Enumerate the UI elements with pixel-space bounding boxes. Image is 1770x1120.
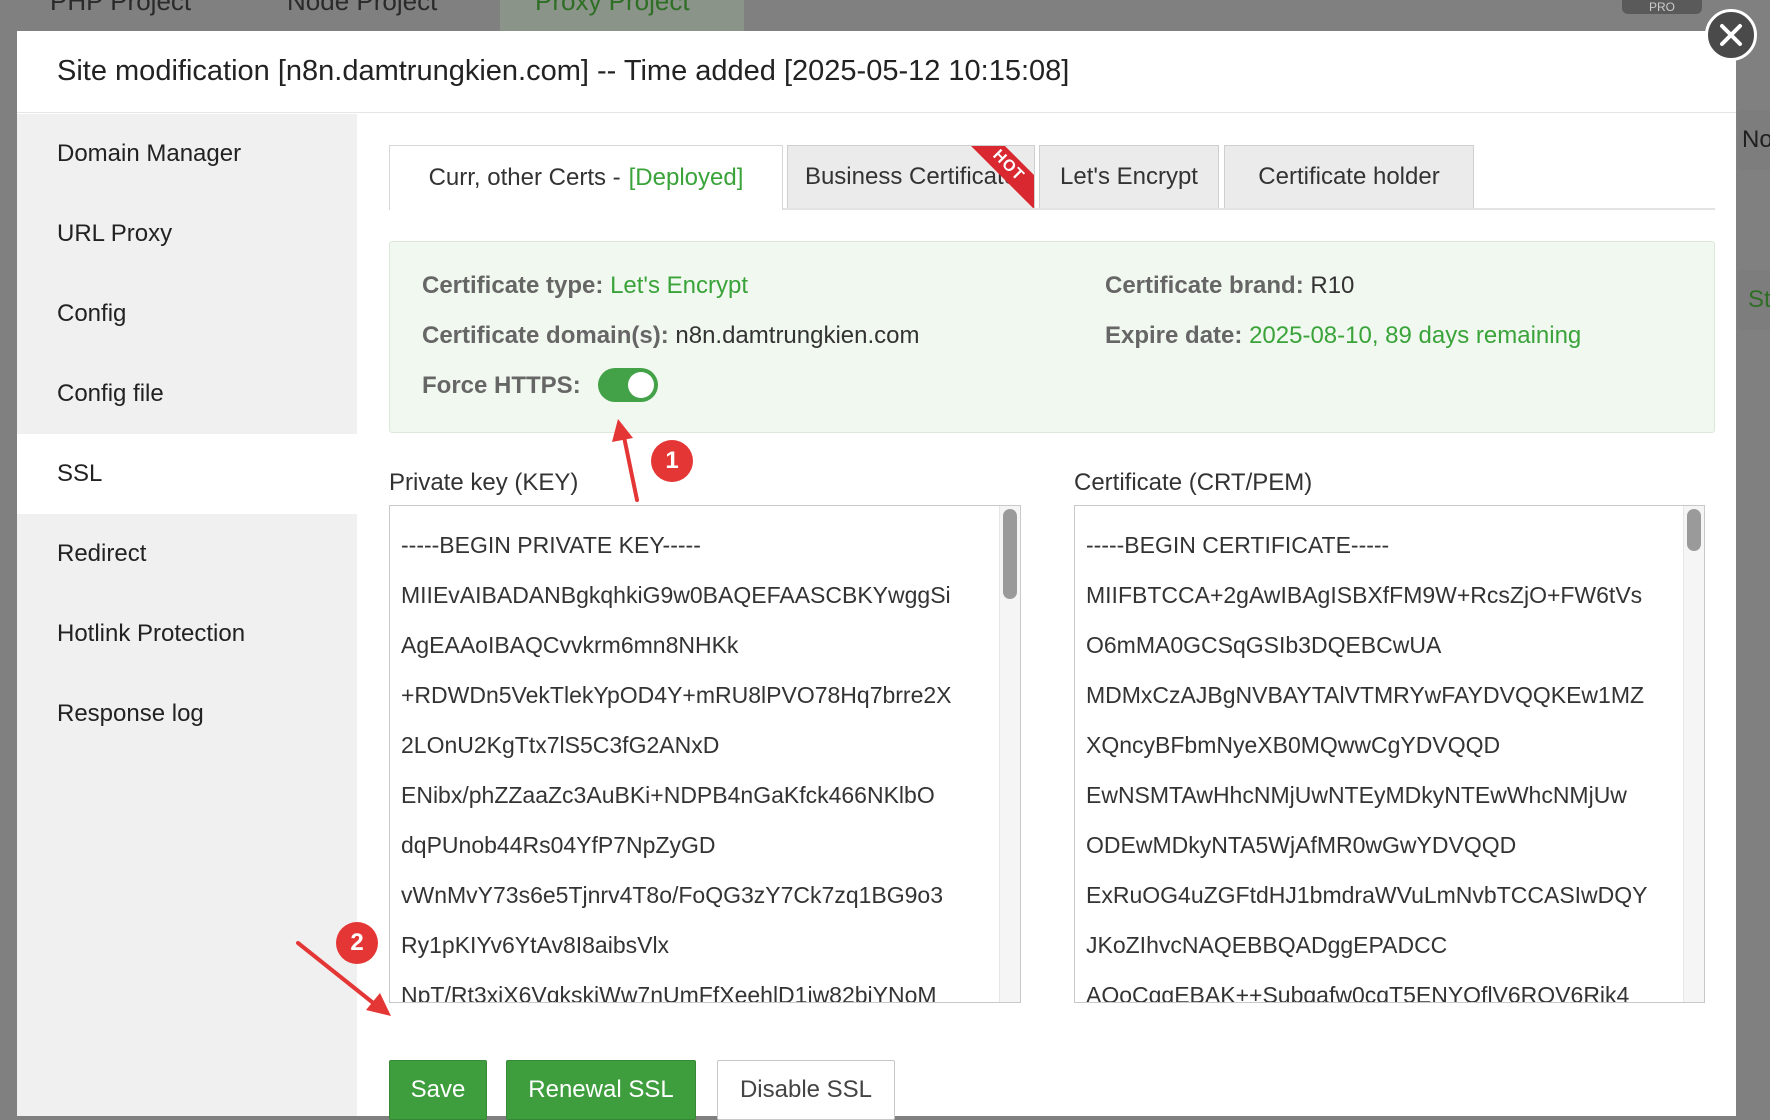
tab-current-certs-label: Curr, other Certs - <box>428 164 621 191</box>
sidebar-item-label: Response log <box>57 700 204 727</box>
tab-lets-encrypt[interactable]: Let's Encrypt <box>1039 145 1219 208</box>
text-line: JKoZIhvcNAQEBBQADggEPADCC <box>1086 932 1448 958</box>
text-line: MDMxCzAJBgNVBAYTAlVTMRYwFAYDVQQKEw1MZ <box>1086 682 1645 708</box>
text-line: EwNSMTAwHhcNMjUwNTEyMDkyNTEwWhcNMjUw <box>1086 782 1627 808</box>
modal-title: Site modification [n8n.damtrungkien.com]… <box>57 55 1070 87</box>
scroll-thumb[interactable] <box>1003 509 1017 599</box>
private-key-textarea[interactable]: -----BEGIN PRIVATE KEY----- MIIEvAIBADANB… <box>389 505 1021 1003</box>
certificate-domains-label: Certificate domain(s): <box>422 322 669 349</box>
text-line: 2LOnU2KgTtx7lS5C3fG2ANxD <box>401 732 720 758</box>
sidebar-item-ssl[interactable]: SSL <box>17 434 357 514</box>
certificate-type-label: Certificate type: <box>422 272 604 299</box>
certificate-textarea[interactable]: -----BEGIN CERTIFICATE----- MIIFBTCCA+2gA… <box>1074 505 1705 1003</box>
sidebar-item-redirect[interactable]: Redirect <box>17 514 357 594</box>
scroll-thumb[interactable] <box>1687 509 1701 551</box>
text-line: XQncyBFbmNyeXB0MQwwCgYDVQQD <box>1086 732 1501 758</box>
sidebar-item-response-log[interactable]: Response log <box>17 674 357 754</box>
modal-header: Site modification [n8n.damtrungkien.com]… <box>17 31 1736 113</box>
annotation-badge-1: 1 <box>651 440 693 482</box>
text-line: +RDWDn5VekTlekYpOD4Y+mRU8lPVO78Hq7brre2X <box>401 682 952 708</box>
expire-date-row: Expire date: 2025-08-10, 89 days remaini… <box>1105 322 1581 350</box>
tab-certificate-holder-label: Certificate holder <box>1258 163 1440 190</box>
close-button[interactable] <box>1705 9 1757 61</box>
sidebar-item-config-file[interactable]: Config file <box>17 354 357 434</box>
text-line: O6mMA0GCSqGSIb3DQEBCwUA <box>1086 632 1442 658</box>
background-tab-php: PHP Project <box>50 0 192 16</box>
sidebar-item-label: SSL <box>57 460 103 487</box>
toggle-knob <box>628 372 654 398</box>
text-line: AgEAAoIBAQCvvkrm6mn8NHKk <box>401 632 739 658</box>
text-line: dqPUnob44Rs04YfP7NpZyGD <box>401 832 716 858</box>
text-line: MIIEvAIBADANBgkqhkiG9w0BAQEFAASCBKYwggSi <box>401 582 951 608</box>
background-fragment-st: St <box>1738 270 1770 330</box>
certificate-domains-value: n8n.damtrungkien.com <box>675 322 920 349</box>
private-key-label: Private key (KEY) <box>389 469 579 496</box>
text-line: -----BEGIN CERTIFICATE----- <box>1086 532 1390 558</box>
background-pro-badge: PRO <box>1622 0 1702 14</box>
private-key-scrollbar[interactable] <box>999 506 1020 1002</box>
sidebar-item-domain-manager[interactable]: Domain Manager <box>17 114 357 194</box>
tab-business-label: Business Certificate <box>804 163 1018 190</box>
sidebar-item-label: Hotlink Protection <box>57 620 246 647</box>
text-line: -----BEGIN PRIVATE KEY----- <box>401 532 701 558</box>
ssl-panel: Curr, other Certs - [Deployed] Business … <box>357 114 1736 1120</box>
close-icon <box>1720 24 1742 46</box>
text-line: vWnMvY73s6e5Tjnrv4T8o/FoQG3zY7Ck7zq1BG9o… <box>401 882 944 908</box>
disable-ssl-button[interactable]: Disable SSL <box>717 1060 895 1120</box>
tab-lets-encrypt-label: Let's Encrypt <box>1060 163 1198 190</box>
text-line: NpT/Rt3xjX6VqkskiWw7nUmFfXeehlD1jw82biYN… <box>401 982 937 1003</box>
certificate-type-value: Let's Encrypt <box>610 272 749 299</box>
certificate-scrollbar[interactable] <box>1683 506 1704 1002</box>
background-tab-proxy: Proxy Project <box>535 0 690 16</box>
annotation-badge-2: 2 <box>336 922 378 964</box>
deployed-status: [Deployed] <box>628 164 744 191</box>
text-line: ODEwMDkyNTA5WjAfMR0wGwYDVQQD <box>1086 832 1517 858</box>
save-button[interactable]: Save <box>389 1060 487 1120</box>
expire-date-value: 2025-08-10, 89 days remaining <box>1249 322 1582 349</box>
sidebar-item-label: Domain Manager <box>57 140 242 167</box>
tab-certificate-holder[interactable]: Certificate holder <box>1224 145 1474 208</box>
tab-business-certificate[interactable]: Business Certificate HOT <box>787 145 1035 208</box>
force-https-label: Force HTTPS: <box>422 372 581 399</box>
certificate-info-box: Certificate type: Let's Encrypt Certific… <box>389 241 1715 433</box>
sidebar-item-label: Redirect <box>57 540 147 567</box>
certificate-label: Certificate (CRT/PEM) <box>1074 469 1313 496</box>
renewal-ssl-button[interactable]: Renewal SSL <box>506 1060 696 1120</box>
force-https-row: Force HTTPS: <box>422 372 581 400</box>
text-line: ExRuOG4uZGFtdHJ1bmdraWVuLmNvbTCCASIwDQY <box>1086 882 1648 908</box>
force-https-toggle[interactable] <box>598 368 658 402</box>
background-tab-node: Node Project <box>287 0 438 16</box>
sidebar: Domain Manager URL Proxy Config Config f… <box>17 114 357 1116</box>
text-line: AQoCggEBAK++Subqafw0cqT5ENYOflV6ROV6Rik4 <box>1086 982 1630 1003</box>
text-line: ENibx/phZZaaZc3AuBKi+NDPB4nGaKfck466NKlb… <box>401 782 935 808</box>
sidebar-item-label: Config <box>57 300 127 327</box>
sidebar-item-hotlink-protection[interactable]: Hotlink Protection <box>17 594 357 674</box>
certificate-brand-label: Certificate brand: <box>1105 272 1304 299</box>
sidebar-item-label: URL Proxy <box>57 220 173 247</box>
certificate-brand-row: Certificate brand: R10 <box>1105 272 1354 300</box>
sidebar-item-config[interactable]: Config <box>17 274 357 354</box>
certificate-type-row: Certificate type: Let's Encrypt <box>422 272 748 300</box>
expire-date-label: Expire date: <box>1105 322 1243 349</box>
site-modification-modal: Site modification [n8n.damtrungkien.com]… <box>17 31 1736 1120</box>
sidebar-item-label: Config file <box>57 380 164 407</box>
certificate-domains-row: Certificate domain(s): n8n.damtrungkien.… <box>422 322 920 350</box>
background-tab-bar: PHP Project Node Project Proxy Project P… <box>0 0 1770 34</box>
text-line: Ry1pKIYv6YtAv8I8aibsVlx <box>401 932 670 958</box>
background-fragment-no: No <box>1738 110 1770 170</box>
certificate-brand-value: R10 <box>1310 272 1355 299</box>
certificate-content: -----BEGIN CERTIFICATE----- MIIFBTCCA+2gA… <box>1086 520 1680 1003</box>
private-key-content: -----BEGIN PRIVATE KEY----- MIIEvAIBADANB… <box>401 520 996 1003</box>
sidebar-item-url-proxy[interactable]: URL Proxy <box>17 194 357 274</box>
text-line: MIIFBTCCA+2gAwIBAgISBXfFM9W+RcsZjO+FW6tV… <box>1086 582 1643 608</box>
ssl-tab-bar: Curr, other Certs - [Deployed] Business … <box>389 145 1715 210</box>
tab-current-certs[interactable]: Curr, other Certs - [Deployed] <box>389 145 783 210</box>
